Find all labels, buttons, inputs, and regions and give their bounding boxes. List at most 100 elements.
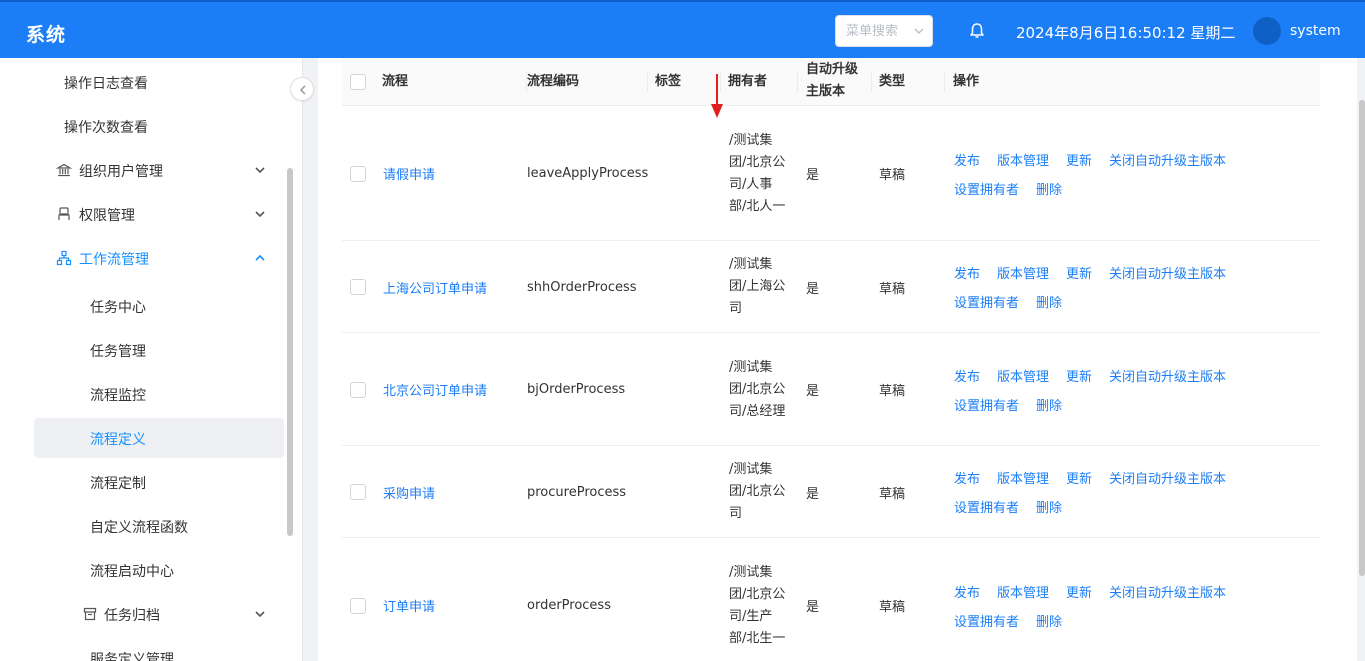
set-owner-link[interactable]: 设置拥有者	[954, 497, 1019, 516]
auto-upgrade-value: 是	[806, 168, 820, 183]
sidebar-item-task-management[interactable]: 任务管理	[34, 330, 284, 370]
sidebar-item-label: 自定义流程函数	[90, 520, 188, 536]
row-select-cell	[350, 107, 366, 240]
user-icon	[58, 207, 70, 220]
sidebar-item-label: 操作日志查看	[64, 76, 148, 92]
delete-link[interactable]: 删除	[1036, 292, 1062, 311]
row-checkbox[interactable]	[350, 381, 366, 398]
sidebar-item-workflow[interactable]: 工作流管理	[34, 238, 284, 278]
sidebar-item-process-definition[interactable]: 流程定义	[34, 418, 284, 458]
menu-search-input[interactable]	[846, 16, 918, 46]
set-owner-link[interactable]: 设置拥有者	[954, 292, 1019, 311]
publish-link[interactable]: 发布	[954, 468, 980, 487]
current-datetime: 2024年8月6日16:50:12 星期二	[1016, 24, 1236, 42]
sidebar-item-process-start-center[interactable]: 流程启动中心	[34, 550, 284, 590]
header-tag-label: 标签	[655, 74, 682, 89]
update-link[interactable]: 更新	[1066, 582, 1092, 601]
sidebar-item-permissions[interactable]: 权限管理	[34, 194, 284, 234]
annotation-arrow-icon	[711, 74, 723, 118]
disable-auto-upgrade-link[interactable]: 关闭自动升级主版本	[1109, 150, 1226, 169]
set-owner-link[interactable]: 设置拥有者	[954, 611, 1019, 630]
delete-link[interactable]: 删除	[1036, 395, 1062, 414]
process-code: leaveApplyProcess	[527, 166, 649, 181]
set-owner-link[interactable]: 设置拥有者	[954, 179, 1019, 198]
row-actions: 发布 版本管理 更新 关闭自动升级主版本 设置拥有者 删除	[954, 107, 1226, 240]
sidebar-item-label: 任务归档	[104, 608, 160, 624]
sidebar-item-label: 服务定义管理	[90, 652, 174, 661]
header-type: 类型	[879, 58, 945, 106]
menu-search-select[interactable]	[835, 15, 933, 47]
header-type-label: 类型	[879, 74, 906, 89]
sidebar-item-task-center[interactable]: 任务中心	[34, 286, 284, 326]
process-code: shhOrderProcess	[527, 279, 637, 295]
row-checkbox[interactable]	[350, 484, 366, 500]
chevron-down-icon	[255, 167, 265, 174]
select-all-checkbox[interactable]	[350, 74, 366, 90]
process-name-link[interactable]: 采购申请	[383, 447, 435, 537]
top-header: 系统 2024年8月6日16:50:12 星期二 system	[0, 0, 1365, 58]
header-actions-label: 操作	[953, 74, 980, 89]
sidebar-item-label: 操作次数查看	[64, 120, 148, 136]
update-link[interactable]: 更新	[1066, 468, 1092, 487]
update-link[interactable]: 更新	[1066, 366, 1092, 385]
version-management-link[interactable]: 版本管理	[997, 582, 1049, 601]
process-code: bjOrderProcess	[527, 382, 626, 397]
type-value: 草稿	[879, 281, 906, 297]
auto-upgrade-value: 是	[806, 384, 820, 399]
header-auto-upgrade: 自动升级主版本	[806, 58, 872, 106]
sidebar-item-task-archive[interactable]: 任务归档	[34, 594, 284, 634]
sidebar-item-process-customize[interactable]: 流程定制	[34, 462, 284, 502]
row-checkbox[interactable]	[350, 597, 366, 614]
owner-path: /测试集团/北京公司/总经理	[729, 359, 786, 419]
disable-auto-upgrade-link[interactable]: 关闭自动升级主版本	[1109, 366, 1226, 385]
main-scrollbar[interactable]	[1359, 100, 1365, 576]
delete-link[interactable]: 删除	[1036, 611, 1062, 630]
publish-link[interactable]: 发布	[954, 150, 980, 169]
publish-link[interactable]: 发布	[954, 263, 980, 282]
header-owner-label: 拥有者	[728, 74, 768, 89]
avatar[interactable]	[1253, 17, 1281, 45]
header-code: 流程编码	[527, 58, 648, 106]
delete-link[interactable]: 删除	[1036, 179, 1062, 198]
owner-path: /测试集团/北京公司/人事部/北人一	[729, 132, 786, 214]
table-row: 请假申请 leaveApplyProcess /测试集团/北京公司/人事部/北人…	[342, 107, 1320, 241]
bell-icon[interactable]	[968, 22, 986, 40]
process-name-link[interactable]: 请假申请	[383, 107, 435, 240]
process-name-link[interactable]: 上海公司订单申请	[383, 242, 487, 332]
row-checkbox[interactable]	[350, 165, 366, 182]
sidebar-item-operation-log[interactable]: 操作日志查看	[34, 62, 284, 102]
sidebar-scrollbar[interactable]	[287, 168, 293, 536]
chevron-down-icon	[255, 611, 265, 618]
archive-icon	[83, 607, 97, 621]
update-link[interactable]: 更新	[1066, 150, 1092, 169]
process-name-link[interactable]: 北京公司订单申请	[383, 334, 487, 445]
sitemap-icon	[56, 250, 72, 266]
sidebar-item-operation-count[interactable]: 操作次数查看	[34, 106, 284, 146]
process-name-link[interactable]: 订单申请	[383, 539, 435, 661]
process-code: orderProcess	[527, 598, 611, 613]
table-row: 上海公司订单申请 shhOrderProcess /测试集团/上海公司 是 草稿…	[342, 242, 1320, 333]
publish-link[interactable]: 发布	[954, 366, 980, 385]
version-management-link[interactable]: 版本管理	[997, 263, 1049, 282]
sidebar-item-service-definition[interactable]: 服务定义管理	[34, 638, 284, 661]
sidebar-item-process-monitor[interactable]: 流程监控	[34, 374, 284, 414]
delete-link[interactable]: 删除	[1036, 497, 1062, 516]
set-owner-link[interactable]: 设置拥有者	[954, 395, 1019, 414]
version-management-link[interactable]: 版本管理	[997, 366, 1049, 385]
owner-cell: /测试集团/北京公司/人事部/北人一	[729, 107, 789, 240]
disable-auto-upgrade-link[interactable]: 关闭自动升级主版本	[1109, 468, 1226, 487]
username[interactable]: system	[1290, 23, 1341, 39]
row-checkbox[interactable]	[350, 279, 366, 295]
update-link[interactable]: 更新	[1066, 263, 1092, 282]
sidebar-item-label: 任务管理	[90, 344, 146, 360]
version-management-link[interactable]: 版本管理	[997, 150, 1049, 169]
sidebar-item-custom-functions[interactable]: 自定义流程函数	[34, 506, 284, 546]
sidebar-item-org-users[interactable]: 组织用户管理	[34, 150, 284, 190]
disable-auto-upgrade-link[interactable]: 关闭自动升级主版本	[1109, 582, 1226, 601]
sidebar-item-label: 流程监控	[90, 388, 146, 404]
disable-auto-upgrade-link[interactable]: 关闭自动升级主版本	[1109, 263, 1226, 282]
publish-link[interactable]: 发布	[954, 582, 980, 601]
process-code: procureProcess	[527, 484, 627, 500]
collapse-sidebar-button[interactable]	[290, 77, 314, 101]
version-management-link[interactable]: 版本管理	[997, 468, 1049, 487]
